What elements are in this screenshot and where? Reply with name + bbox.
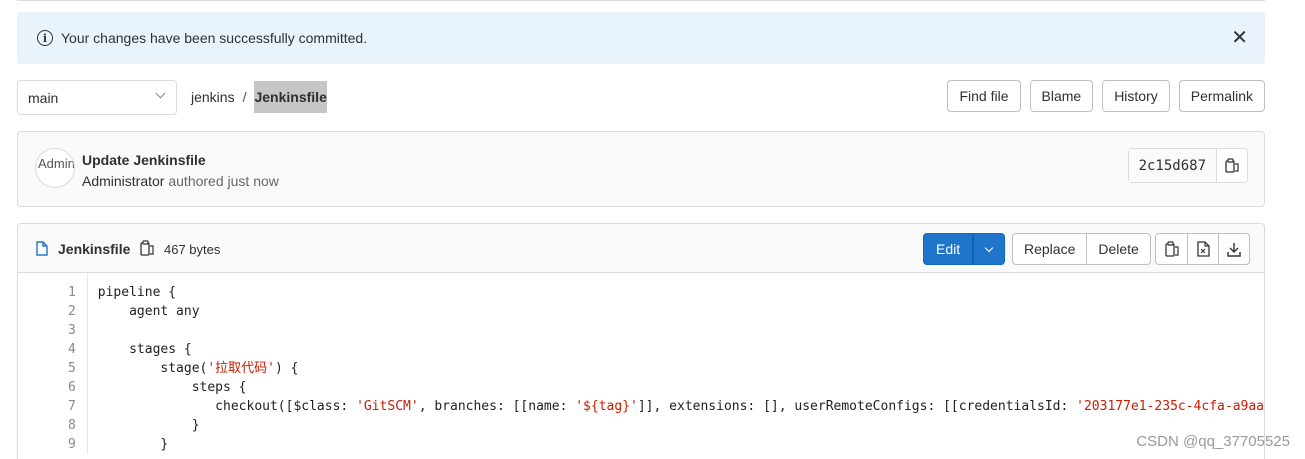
- commit-meta: Administrator authored just now: [82, 173, 279, 189]
- edit-button-group: Edit: [923, 233, 1006, 265]
- file-header: Jenkinsfile 467 bytes Edit Replace Delet…: [18, 224, 1264, 273]
- breadcrumb: jenkins / Jenkinsfile: [191, 80, 327, 114]
- success-alert: i Your changes have been successfully co…: [17, 12, 1265, 64]
- code-lines: pipeline { agent any stages { stage('拉取代…: [88, 273, 1264, 454]
- history-button[interactable]: History: [1102, 80, 1170, 112]
- raw-file-icon: [1196, 241, 1210, 257]
- watermark: CSDN @qq_37705525: [1136, 433, 1290, 450]
- find-file-button[interactable]: Find file: [947, 80, 1021, 112]
- line-number[interactable]: 9: [18, 435, 76, 454]
- code-line: }: [97, 418, 200, 433]
- code-line: steps {: [97, 380, 247, 395]
- copy-icon: [1164, 241, 1179, 257]
- file-icon-actions: [1155, 233, 1250, 265]
- commit-author[interactable]: Administrator: [82, 173, 164, 189]
- copy-contents-button[interactable]: [1156, 234, 1187, 264]
- file-name: Jenkinsfile: [58, 241, 131, 257]
- file-holder: Jenkinsfile 467 bytes Edit Replace Delet…: [17, 223, 1265, 459]
- commit-sha[interactable]: 2c15d687: [1128, 149, 1217, 182]
- info-icon: i: [37, 30, 53, 46]
- code-line: stage('拉取代码') {: [97, 361, 299, 376]
- edit-dropdown-toggle[interactable]: [973, 233, 1006, 265]
- top-divider: [17, 0, 1265, 1]
- file-icon: [36, 241, 48, 256]
- line-number[interactable]: 8: [18, 416, 76, 435]
- copy-sha-button[interactable]: [1217, 149, 1247, 182]
- alert-message: Your changes have been successfully comm…: [61, 30, 368, 46]
- replace-button[interactable]: Replace: [1013, 234, 1086, 264]
- open-raw-button[interactable]: [1187, 234, 1218, 264]
- line-number[interactable]: 5: [18, 359, 76, 378]
- code-line: pipeline {: [97, 285, 177, 300]
- line-number[interactable]: 4: [18, 340, 76, 359]
- code-line: checkout([$class: 'GitSCM', branches: [[…: [97, 399, 1264, 414]
- commit-time: authored just now: [168, 173, 279, 189]
- line-number[interactable]: 3: [18, 321, 76, 340]
- delete-button[interactable]: Delete: [1086, 234, 1149, 264]
- code-line: stages {: [97, 342, 192, 357]
- download-button[interactable]: [1218, 234, 1249, 264]
- blame-button[interactable]: Blame: [1029, 80, 1094, 112]
- branch-selector-value: main: [28, 89, 59, 106]
- close-icon[interactable]: ✕: [1231, 28, 1248, 48]
- commit-sha-group: 2c15d687: [1127, 148, 1248, 183]
- copy-file-path-icon[interactable]: [140, 240, 154, 256]
- breadcrumb-repo[interactable]: jenkins: [191, 89, 235, 105]
- line-number[interactable]: 2: [18, 302, 76, 321]
- file-size: 467 bytes: [164, 242, 221, 257]
- file-actions: Find file Blame History Permalink: [938, 80, 1265, 112]
- line-number[interactable]: 6: [18, 378, 76, 397]
- commit-title[interactable]: Update Jenkinsfile: [82, 152, 206, 168]
- avatar-alt-text: Admin: [38, 156, 75, 171]
- chevron-down-icon: [155, 88, 166, 99]
- permalink-button[interactable]: Permalink: [1178, 80, 1265, 112]
- edit-button[interactable]: Edit: [923, 233, 974, 265]
- line-number[interactable]: 1: [18, 283, 76, 302]
- avatar[interactable]: Admin: [35, 148, 75, 188]
- copy-icon: [1225, 158, 1239, 173]
- code-line: agent any: [97, 304, 200, 319]
- branch-selector[interactable]: main: [17, 80, 177, 115]
- replace-delete-group: Replace Delete: [1012, 233, 1151, 265]
- download-icon: [1227, 242, 1241, 257]
- chevron-down-icon: [984, 243, 994, 252]
- breadcrumb-separator: /: [242, 89, 247, 105]
- last-commit: Admin Update Jenkinsfile Administrator a…: [17, 131, 1265, 207]
- code-line: }: [97, 437, 169, 452]
- line-numbers: 1 2 3 4 5 6 7 8 9: [18, 273, 88, 454]
- line-number[interactable]: 7: [18, 397, 76, 416]
- breadcrumb-file[interactable]: Jenkinsfile: [254, 81, 327, 113]
- code-view: 1 2 3 4 5 6 7 8 9 pipeline { agent any s…: [18, 273, 1264, 454]
